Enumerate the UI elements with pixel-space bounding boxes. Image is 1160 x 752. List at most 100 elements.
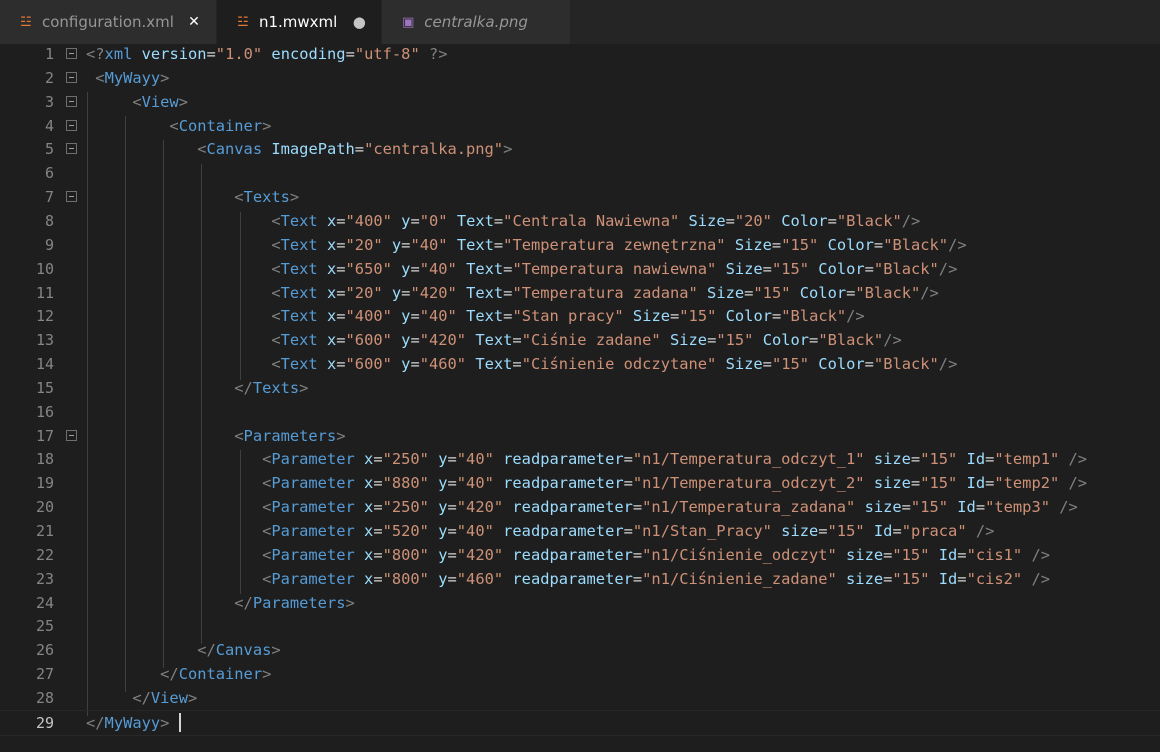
code-line[interactable]: 6 <box>0 161 1160 185</box>
text <box>86 355 271 373</box>
code-content[interactable]: <Text x="600" y="460" Text="Ciśnienie od… <box>86 355 957 373</box>
attribute-value: "400" <box>345 307 392 326</box>
code-content[interactable]: <Container> <box>86 117 271 135</box>
fold-collapse-icon[interactable] <box>66 95 77 107</box>
code-line[interactable]: 29 </MyWayy> <box>0 709 1160 736</box>
text <box>772 212 781 230</box>
tag-name: Text <box>280 235 318 254</box>
text <box>318 260 327 278</box>
code-content[interactable]: </View> <box>86 689 197 707</box>
code-content[interactable]: </Parameters> <box>86 594 355 612</box>
code-line[interactable]: 21 <Parameter x="520" y="40" readparamet… <box>0 519 1160 543</box>
code-line[interactable]: 23 <Parameter x="800" y="460" readparame… <box>0 567 1160 591</box>
code-content[interactable]: <MyWayy> <box>86 69 169 87</box>
code-line[interactable]: 18 <Parameter x="250" y="40" readparamet… <box>0 447 1160 471</box>
attribute-value: "15" <box>827 522 865 540</box>
attribute-name: Text <box>456 235 494 254</box>
code-line[interactable]: 11 <Text x="20" y="420" Text="Temperatur… <box>0 281 1160 305</box>
code-content[interactable]: </Canvas> <box>86 641 280 659</box>
text <box>818 236 827 254</box>
code-line[interactable]: 5 <Canvas ImagePath="centralka.png"> <box>0 137 1160 161</box>
tag-name: Texts <box>252 378 300 397</box>
code-line[interactable]: 8 <Text x="400" y="0" Text="Centrala Naw… <box>0 209 1160 233</box>
code-content[interactable]: <Parameter x="250" y="420" readparameter… <box>86 498 1078 516</box>
tab-configuration-xml[interactable]: ☳ configuration.xml ✕ <box>0 0 217 44</box>
text <box>865 450 874 468</box>
code-content[interactable]: <Canvas ImagePath="centralka.png"> <box>86 140 512 158</box>
code-content[interactable]: <Parameter x="880" y="40" readparameter=… <box>86 474 1087 492</box>
fold-collapse-icon[interactable] <box>66 191 77 203</box>
tab-centralka-png[interactable]: ▣ centralka.png <box>382 0 571 44</box>
code-content[interactable]: <Text x="600" y="420" Text="Ciśnie zadan… <box>86 331 901 349</box>
code-content[interactable]: <Parameter x="800" y="420" readparameter… <box>86 546 1050 564</box>
bracket: > <box>503 140 513 159</box>
fold-collapse-icon[interactable] <box>66 143 77 155</box>
code-content[interactable]: <Text x="400" y="40" Text="Stan pracy" S… <box>86 307 864 326</box>
attribute-value: "40" <box>410 235 448 254</box>
fold-collapse-icon[interactable] <box>66 119 77 131</box>
code-line[interactable]: 22 <Parameter x="800" y="420" readparame… <box>0 543 1160 567</box>
attribute-value: "Temperatura zadana" <box>512 283 698 302</box>
code-line[interactable]: 13 <Text x="600" y="420" Text="Ciśnie za… <box>0 328 1160 352</box>
code-line[interactable]: 26 </Canvas> <box>0 638 1160 662</box>
code-content[interactable]: </Container> <box>86 665 271 683</box>
code-line[interactable]: 15 </Texts> <box>0 376 1160 400</box>
text: = <box>336 355 346 374</box>
code-content[interactable]: <Text x="20" y="40" Text="Temperatura ze… <box>86 235 966 254</box>
close-icon[interactable]: ✕ <box>186 14 202 30</box>
code-line[interactable]: 28 </View> <box>0 686 1160 710</box>
tag-name: Text <box>280 211 318 230</box>
fold-collapse-icon[interactable] <box>66 71 77 83</box>
unsaved-dot-icon[interactable]: ● <box>351 13 367 31</box>
fold-collapse-icon[interactable] <box>66 429 77 441</box>
code-content[interactable]: <?xml version="1.0" encoding="utf-8" ?> <box>86 45 448 63</box>
code-line[interactable]: 20 <Parameter x="250" y="420" readparame… <box>0 495 1160 519</box>
attribute-value: "460" <box>456 569 504 588</box>
bracket: ?> <box>429 45 448 63</box>
code-line[interactable]: 25 <box>0 614 1160 638</box>
code-line[interactable]: 9 <Text x="20" y="40" Text="Temperatura … <box>0 233 1160 257</box>
attribute-value: "460" <box>419 355 467 374</box>
code-line[interactable]: 4 <Container> <box>0 114 1160 138</box>
fold-collapse-icon[interactable] <box>66 48 77 59</box>
code-content[interactable]: </MyWayy> <box>86 714 179 732</box>
code-content[interactable]: <Text x="650" y="40" Text="Temperatura n… <box>86 260 957 278</box>
code-editor[interactable]: 1 <?xml version="1.0" encoding="utf-8" ?>… <box>0 44 1160 752</box>
text <box>132 45 141 63</box>
attribute-name: x <box>364 450 374 469</box>
code-content[interactable]: <Parameter x="520" y="40" readparameter=… <box>86 522 994 540</box>
code-line[interactable]: 16 <box>0 400 1160 424</box>
attribute-name: Id <box>957 498 976 517</box>
code-line[interactable]: 17 <Parameters> <box>0 424 1160 448</box>
code-line[interactable]: 24 </Parameters> <box>0 591 1160 615</box>
text <box>318 236 327 254</box>
attribute-value: "Ciśnienie odczytane" <box>521 355 717 374</box>
code-line[interactable]: 19 <Parameter x="880" y="40" readparamet… <box>0 471 1160 495</box>
code-content[interactable]: <View> <box>86 93 188 111</box>
code-content[interactable]: <Text x="20" y="420" Text="Temperatura z… <box>86 283 938 302</box>
line-number: 19 <box>35 474 54 493</box>
code-line[interactable]: 7 <Texts> <box>0 185 1160 209</box>
code-line[interactable]: 2 <MyWayy> <box>0 66 1160 90</box>
attribute-name: encoding <box>271 45 346 63</box>
tab-n1-mwxml[interactable]: ☳ n1.mwxml ● <box>216 0 383 44</box>
code-line[interactable]: 27 </Container> <box>0 662 1160 686</box>
code-content[interactable]: <Parameter x="250" y="40" readparameter=… <box>86 450 1087 468</box>
bracket: > <box>262 665 272 684</box>
text <box>355 570 364 588</box>
code-content[interactable]: <Parameters> <box>86 427 345 445</box>
code-content[interactable]: <Texts> <box>86 188 299 206</box>
code-line[interactable]: 10 <Text x="650" y="40" Text="Temperatur… <box>0 257 1160 281</box>
code-line[interactable]: 1 <?xml version="1.0" encoding="utf-8" ?> <box>0 42 1160 66</box>
code-content[interactable]: <Text x="400" y="0" Text="Centrala Nawie… <box>86 212 920 230</box>
text <box>86 641 197 659</box>
code-line[interactable]: 12 <Text x="400" y="40" Text="Stan pracy… <box>0 304 1160 328</box>
bracket: > <box>187 688 198 707</box>
code-line[interactable]: 3 <View> <box>0 90 1160 114</box>
code-line[interactable]: 14 <Text x="600" y="460" Text="Ciśnienie… <box>0 352 1160 376</box>
text: = <box>623 522 633 540</box>
tag-name: Parameter <box>271 474 355 493</box>
code-content[interactable]: </Texts> <box>86 379 308 397</box>
attribute-value: "temp2" <box>994 474 1060 493</box>
code-content[interactable]: <Parameter x="800" y="460" readparameter… <box>86 570 1050 588</box>
